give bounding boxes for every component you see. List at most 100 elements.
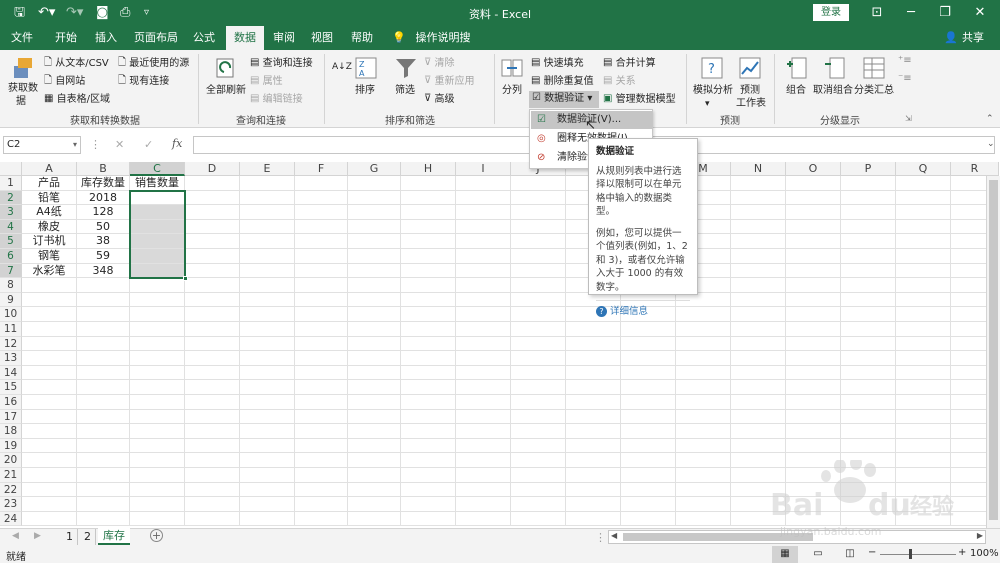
vertical-scroll-thumb[interactable]	[989, 180, 998, 520]
cell-g23[interactable]	[348, 497, 401, 512]
cell-g1[interactable]	[348, 176, 401, 191]
zoom-out-icon[interactable]: −	[868, 547, 876, 558]
row-header-3[interactable]: 3	[0, 205, 22, 220]
restore-icon[interactable]: ❐	[930, 2, 960, 24]
cell-c16[interactable]	[130, 395, 185, 410]
cell-f17[interactable]	[295, 409, 348, 425]
cell-c17[interactable]	[130, 409, 185, 425]
cell-g16[interactable]	[348, 395, 401, 410]
cell-c1[interactable]: 销售数量	[130, 176, 185, 191]
sheet-tab-inventory[interactable]: 库存	[98, 528, 130, 545]
cell-j5[interactable]	[511, 234, 566, 249]
cell-k20[interactable]	[566, 453, 621, 468]
cell-d12[interactable]	[185, 336, 240, 352]
cell-q15[interactable]	[896, 380, 951, 395]
cell-h22[interactable]	[401, 482, 456, 498]
row-header-8[interactable]: 8	[0, 278, 22, 293]
cell-h17[interactable]	[401, 409, 456, 425]
row-header-4[interactable]: 4	[0, 219, 22, 235]
cell-p4[interactable]	[841, 219, 896, 235]
cell-g13[interactable]	[348, 351, 401, 366]
cell-g4[interactable]	[348, 219, 401, 235]
cell-e22[interactable]	[240, 482, 295, 498]
outline-dialog-launcher-icon[interactable]: ⇲	[905, 112, 912, 126]
cell-l20[interactable]	[621, 453, 676, 468]
cell-n18[interactable]	[731, 424, 786, 439]
cell-h1[interactable]	[401, 176, 456, 191]
cell-h15[interactable]	[401, 380, 456, 395]
cell-l11[interactable]	[621, 322, 676, 337]
cell-a1[interactable]: 产品	[22, 176, 77, 191]
cell-g21[interactable]	[348, 468, 401, 483]
row-header-15[interactable]: 15	[0, 380, 22, 395]
cell-b8[interactable]	[77, 278, 130, 293]
cell-f24[interactable]	[295, 511, 348, 527]
cell-c19[interactable]	[130, 438, 185, 454]
cell-j14[interactable]	[511, 365, 566, 381]
cell-c21[interactable]	[130, 468, 185, 483]
cell-n10[interactable]	[731, 307, 786, 322]
forecast-sheet-button-line2[interactable]: 工作表	[736, 97, 766, 111]
cell-p17[interactable]	[841, 409, 896, 425]
group-button[interactable]: 组合	[786, 84, 806, 98]
cell-c14[interactable]	[130, 365, 185, 381]
cell-n5[interactable]	[731, 234, 786, 249]
cell-g10[interactable]	[348, 307, 401, 322]
vertical-scrollbar[interactable]	[986, 176, 1000, 528]
cell-p12[interactable]	[841, 336, 896, 352]
cell-j20[interactable]	[511, 453, 566, 468]
clear-filter-button[interactable]: ⊽ 清除	[424, 56, 455, 71]
cell-d18[interactable]	[185, 424, 240, 439]
cell-f4[interactable]	[295, 219, 348, 235]
cell-f3[interactable]	[295, 205, 348, 220]
cell-o2[interactable]	[786, 190, 841, 206]
cell-d20[interactable]	[185, 453, 240, 468]
cell-e16[interactable]	[240, 395, 295, 410]
cell-l21[interactable]	[621, 468, 676, 483]
cell-j24[interactable]	[511, 511, 566, 527]
cell-j23[interactable]	[511, 497, 566, 512]
cell-o8[interactable]	[786, 278, 841, 293]
cell-i9[interactable]	[456, 292, 511, 308]
cell-b14[interactable]	[77, 365, 130, 381]
advanced-filter-button[interactable]: ⊽ 高级	[424, 92, 455, 107]
cell-k19[interactable]	[566, 438, 621, 454]
cell-j2[interactable]	[511, 190, 566, 206]
cell-d1[interactable]	[185, 176, 240, 191]
cell-f20[interactable]	[295, 453, 348, 468]
cell-q5[interactable]	[896, 234, 951, 249]
cell-f16[interactable]	[295, 395, 348, 410]
cell-b1[interactable]: 库存数量	[77, 176, 130, 191]
cell-e12[interactable]	[240, 336, 295, 352]
existing-connections-button[interactable]: 🗋 现有连接	[118, 74, 169, 89]
flash-fill-button[interactable]: ▤ 快速填充	[531, 56, 584, 71]
cell-e8[interactable]	[240, 278, 295, 293]
cell-h5[interactable]	[401, 234, 456, 249]
column-header-o[interactable]: O	[786, 162, 841, 176]
cell-c13[interactable]	[130, 351, 185, 366]
cell-f15[interactable]	[295, 380, 348, 395]
cell-e10[interactable]	[240, 307, 295, 322]
cell-i7[interactable]	[456, 263, 511, 279]
cell-b18[interactable]	[77, 424, 130, 439]
column-header-h[interactable]: H	[401, 162, 456, 176]
cell-e11[interactable]	[240, 322, 295, 337]
row-header-5[interactable]: 5	[0, 234, 22, 249]
cell-n1[interactable]	[731, 176, 786, 191]
cell-c12[interactable]	[130, 336, 185, 352]
cell-j4[interactable]	[511, 219, 566, 235]
cell-m15[interactable]	[676, 380, 731, 395]
cell-b13[interactable]	[77, 351, 130, 366]
tab-home[interactable]: 开始	[48, 26, 84, 50]
cell-n7[interactable]	[731, 263, 786, 279]
undo-icon[interactable]: ↶▾	[38, 3, 55, 23]
cell-q4[interactable]	[896, 219, 951, 235]
cell-q2[interactable]	[896, 190, 951, 206]
minimize-icon[interactable]: ─	[896, 2, 926, 24]
cell-b2[interactable]: 2018	[77, 190, 130, 206]
from-csv-button[interactable]: 🗋 从文本/CSV	[44, 56, 109, 71]
cell-p7[interactable]	[841, 263, 896, 279]
tab-file[interactable]: 文件	[4, 26, 40, 50]
cell-n15[interactable]	[731, 380, 786, 395]
cell-c9[interactable]	[130, 292, 185, 308]
